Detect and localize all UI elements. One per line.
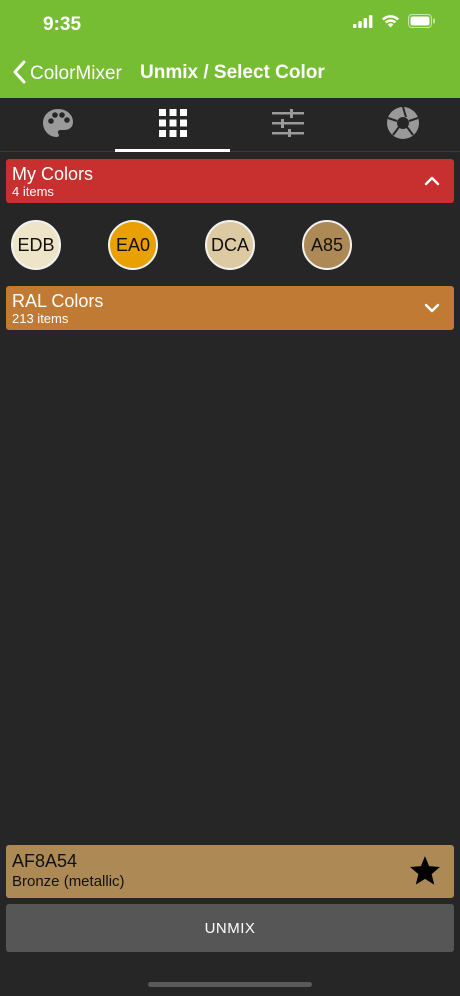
my-colors-header[interactable]: My Colors 4 items <box>6 159 454 203</box>
tab-adjust[interactable] <box>230 98 345 152</box>
grid-icon <box>158 108 187 142</box>
selected-color-bar: AF8A54 Bronze (metallic) <box>6 845 454 898</box>
status-time: 9:35 <box>43 14 82 35</box>
color-swatch[interactable]: A85 <box>302 220 352 270</box>
palette-icon <box>41 107 75 144</box>
my-colors-swatches: EDB EA0 DCA A85 <box>11 220 451 270</box>
back-button[interactable]: ColorMixer <box>12 60 122 88</box>
signal-icon <box>353 14 373 33</box>
status-icons <box>353 14 436 33</box>
unmix-button[interactable]: UNMIX <box>6 904 454 952</box>
battery-icon <box>408 14 436 33</box>
ral-colors-count: 213 items <box>12 311 69 326</box>
my-colors-title: My Colors <box>12 164 94 184</box>
star-icon[interactable] <box>408 854 442 893</box>
wifi-icon <box>381 14 400 33</box>
aperture-icon <box>386 106 420 145</box>
tab-bar <box>0 98 460 152</box>
navigation-header: 9:35 ColorMixer Unmix / Select Color <box>0 0 460 98</box>
selected-color-name: Bronze (metallic) <box>12 873 125 890</box>
color-swatch[interactable]: DCA <box>205 220 255 270</box>
chevron-down-icon <box>424 300 440 321</box>
chevron-left-icon <box>12 60 26 89</box>
page-title: Unmix / Select Color <box>140 62 325 83</box>
tab-camera[interactable] <box>345 98 460 152</box>
selected-color-code: AF8A54 <box>12 851 78 871</box>
sliders-icon <box>271 108 304 142</box>
ral-colors-title: RAL Colors <box>12 291 104 311</box>
my-colors-count: 4 items <box>12 184 54 199</box>
ral-colors-header[interactable]: RAL Colors 213 items <box>6 286 454 330</box>
color-swatch[interactable]: EDB <box>11 220 61 270</box>
tab-colors-grid[interactable] <box>115 98 230 152</box>
back-button-label: ColorMixer <box>30 63 122 84</box>
chevron-up-icon <box>424 173 440 194</box>
home-indicator <box>148 982 312 987</box>
color-swatch[interactable]: EA0 <box>108 220 158 270</box>
tab-palette[interactable] <box>0 98 115 152</box>
